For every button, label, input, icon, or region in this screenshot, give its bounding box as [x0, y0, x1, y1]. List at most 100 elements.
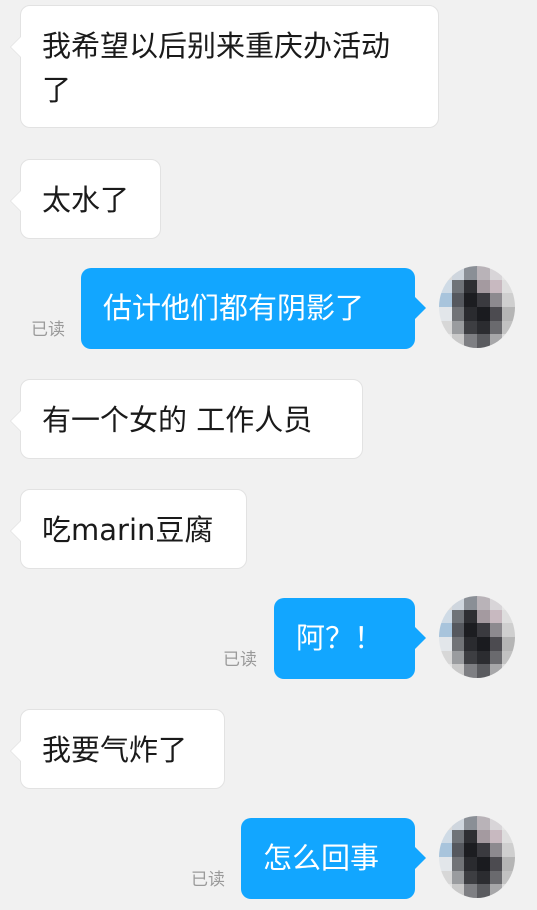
incoming-message[interactable]: 我希望以后别来重庆办活动了: [10, 5, 439, 128]
avatar-pixel: [489, 843, 503, 857]
avatar-pixel: [489, 266, 503, 280]
avatar-pixel: [502, 279, 515, 294]
avatar-pixel: [477, 609, 490, 624]
avatar-pixel: [477, 664, 490, 678]
avatar-pixel: [489, 650, 503, 665]
avatar-pixel: [477, 829, 490, 844]
avatar-pixel: [439, 816, 452, 830]
message-text: 我要气炸了: [42, 733, 188, 767]
avatar-pixel: [464, 650, 477, 665]
avatar-pixel: [439, 664, 452, 678]
outgoing-message[interactable]: 估计他们都有阴影了: [81, 268, 426, 349]
avatar-pixel: [464, 664, 477, 678]
avatar-pixel: [477, 334, 490, 348]
avatar-pixel: [477, 266, 490, 280]
outgoing-message[interactable]: 怎么回事: [241, 818, 426, 899]
avatar-pixel: [477, 293, 490, 307]
avatar-pixel: [502, 596, 515, 610]
avatar-pixel: [464, 637, 477, 651]
read-status: 已读: [31, 320, 65, 340]
avatar-pixel: [451, 320, 465, 335]
avatar-pixel: [464, 829, 477, 844]
avatar-pixel: [439, 829, 452, 844]
avatar-pixel: [439, 857, 452, 871]
avatar-pixel: [439, 623, 452, 637]
read-status: 已读: [223, 650, 257, 670]
avatar-pixel: [464, 307, 477, 321]
avatar-pixel: [451, 279, 465, 294]
incoming-message[interactable]: 有一个女的 工作人员: [10, 379, 363, 459]
avatar-pixel: [451, 637, 465, 651]
avatar-pixel: [451, 609, 465, 624]
avatar-pixel: [489, 829, 503, 844]
avatar-pixel: [477, 637, 490, 651]
avatar-pixel: [502, 664, 515, 678]
avatar-pixel: [451, 829, 465, 844]
avatar-pixel: [451, 596, 465, 610]
message-text: 我希望以后别来重庆办活动了: [42, 29, 391, 107]
read-status: 已读: [191, 870, 225, 890]
message-text: 怎么回事: [263, 841, 380, 875]
avatar-pixel: [502, 307, 515, 321]
avatar-pixel: [489, 884, 503, 898]
avatar-pixel: [439, 307, 452, 321]
chat-view[interactable]: 我希望以后别来重庆办活动了 太水了 已读 估计他们都有阴影了 有一个女的 工作人…: [0, 0, 537, 910]
avatar-pixel: [451, 664, 465, 678]
avatar-pixel: [464, 266, 477, 280]
message-text: 吃marin豆腐: [42, 513, 214, 547]
avatar-pixel: [451, 293, 465, 307]
avatar-pixel: [451, 650, 465, 665]
avatar-pixel: [439, 293, 452, 307]
avatar-pixel: [451, 334, 465, 348]
incoming-message[interactable]: 太水了: [10, 159, 161, 239]
avatar-pixel: [489, 320, 503, 335]
avatar-pixel: [489, 664, 503, 678]
incoming-message[interactable]: 我要气炸了: [10, 709, 225, 789]
avatar-pixel: [439, 884, 452, 898]
message-text: 阿？！: [296, 621, 384, 655]
avatar-pixel: [489, 870, 503, 885]
avatar-pixel: [502, 623, 515, 637]
message-text: 估计他们都有阴影了: [103, 291, 365, 325]
avatar-pixel: [489, 279, 503, 294]
avatar-pixel: [464, 279, 477, 294]
avatar-pixel: [451, 857, 465, 871]
avatar-pixel: [502, 650, 515, 665]
avatar-pixel: [464, 293, 477, 307]
avatar-pixel: [489, 637, 503, 651]
message-text: 太水了: [42, 183, 130, 217]
user-avatar-icon[interactable]: [439, 266, 515, 348]
avatar-pixel: [464, 596, 477, 610]
avatar-pixel: [489, 623, 503, 637]
avatar-pixel: [502, 266, 515, 280]
avatar-pixel: [439, 843, 452, 857]
avatar-pixel: [464, 320, 477, 335]
avatar-pixel: [439, 279, 452, 294]
avatar-pixel: [451, 884, 465, 898]
avatar-pixel: [439, 320, 452, 335]
avatar-pixel: [502, 293, 515, 307]
avatar-pixel: [451, 623, 465, 637]
avatar-pixel: [439, 650, 452, 665]
avatar-pixel: [439, 870, 452, 885]
user-avatar-icon[interactable]: [439, 816, 515, 898]
user-avatar-icon[interactable]: [439, 596, 515, 678]
avatar-pixel: [451, 307, 465, 321]
avatar-pixel: [477, 320, 490, 335]
avatar-pixel: [477, 307, 490, 321]
avatar-pixel: [489, 307, 503, 321]
outgoing-message[interactable]: 阿？！: [274, 598, 426, 679]
avatar-pixel: [489, 609, 503, 624]
avatar-pixel: [502, 609, 515, 624]
avatar-pixel: [502, 843, 515, 857]
avatar-pixel: [502, 320, 515, 335]
avatar-pixel: [464, 334, 477, 348]
incoming-message[interactable]: 吃marin豆腐: [10, 489, 247, 569]
avatar-pixel: [477, 843, 490, 857]
avatar-pixel: [502, 884, 515, 898]
avatar-pixel: [464, 816, 477, 830]
avatar-pixel: [477, 884, 490, 898]
avatar-pixel: [502, 816, 515, 830]
avatar-pixel: [502, 829, 515, 844]
avatar-pixel: [464, 870, 477, 885]
